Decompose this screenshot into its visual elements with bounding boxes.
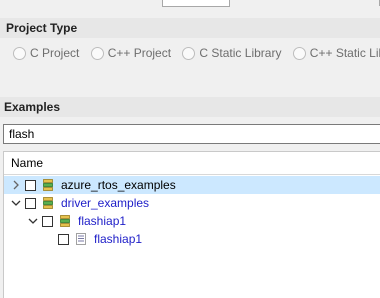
tree-item-label: driver_examples — [61, 196, 150, 210]
tree-row-flashiap1-example[interactable]: flashiap1 — [4, 230, 380, 248]
tree-item-label: flashiap1 — [78, 214, 127, 228]
chevron-right-icon[interactable] — [11, 180, 21, 190]
tree-row-checkbox[interactable] — [25, 197, 36, 209]
tree-column-header-name[interactable]: Name — [4, 152, 380, 175]
radio-cpp-static-library[interactable]: C++ Static Libra — [292, 46, 380, 60]
example-file-icon — [76, 233, 86, 245]
radio-circle-icon — [13, 46, 26, 60]
radio-circle-icon — [292, 46, 306, 60]
top-dropdown-remnant[interactable] — [162, 0, 380, 7]
radio-label: C++ Project — [107, 46, 172, 60]
radio-circle-icon — [182, 46, 196, 60]
radio-cpp-project[interactable]: C++ Project — [90, 46, 172, 60]
project-folder-icon — [43, 197, 53, 209]
examples-tree: Name azure_rtos_examples driver_examples… — [3, 151, 380, 298]
radio-circle-icon — [90, 46, 104, 60]
tree-item-label: azure_rtos_examples — [61, 178, 176, 192]
chevron-down-icon[interactable] — [28, 216, 38, 226]
radio-label: C Static Library — [199, 46, 282, 60]
radio-label: C Project — [30, 46, 80, 60]
radio-c-static-library[interactable]: C Static Library — [182, 46, 281, 60]
tree-item-label: flashiap1 — [94, 232, 143, 246]
project-folder-icon — [60, 215, 70, 227]
project-type-title: Project Type — [6, 21, 78, 35]
examples-filter-input[interactable] — [3, 124, 380, 144]
tree-row-checkbox[interactable] — [58, 233, 69, 245]
radio-label: C++ Static Libra — [309, 46, 380, 60]
chevron-down-icon[interactable] — [11, 198, 21, 208]
tree-row-checkbox[interactable] — [42, 215, 53, 227]
tree-row-driver-examples[interactable]: driver_examples — [4, 194, 380, 212]
tree-row-checkbox[interactable] — [25, 179, 36, 191]
tree-row-azure-rtos-examples[interactable]: azure_rtos_examples — [4, 176, 380, 194]
examples-title: Examples — [4, 100, 61, 114]
radio-c-project[interactable]: C Project — [13, 46, 79, 60]
tree-row-flashiap1-folder[interactable]: flashiap1 — [4, 212, 380, 230]
project-folder-icon — [43, 179, 53, 191]
project-type-radio-group: C Project C++ Project C Static Library C… — [13, 46, 380, 63]
